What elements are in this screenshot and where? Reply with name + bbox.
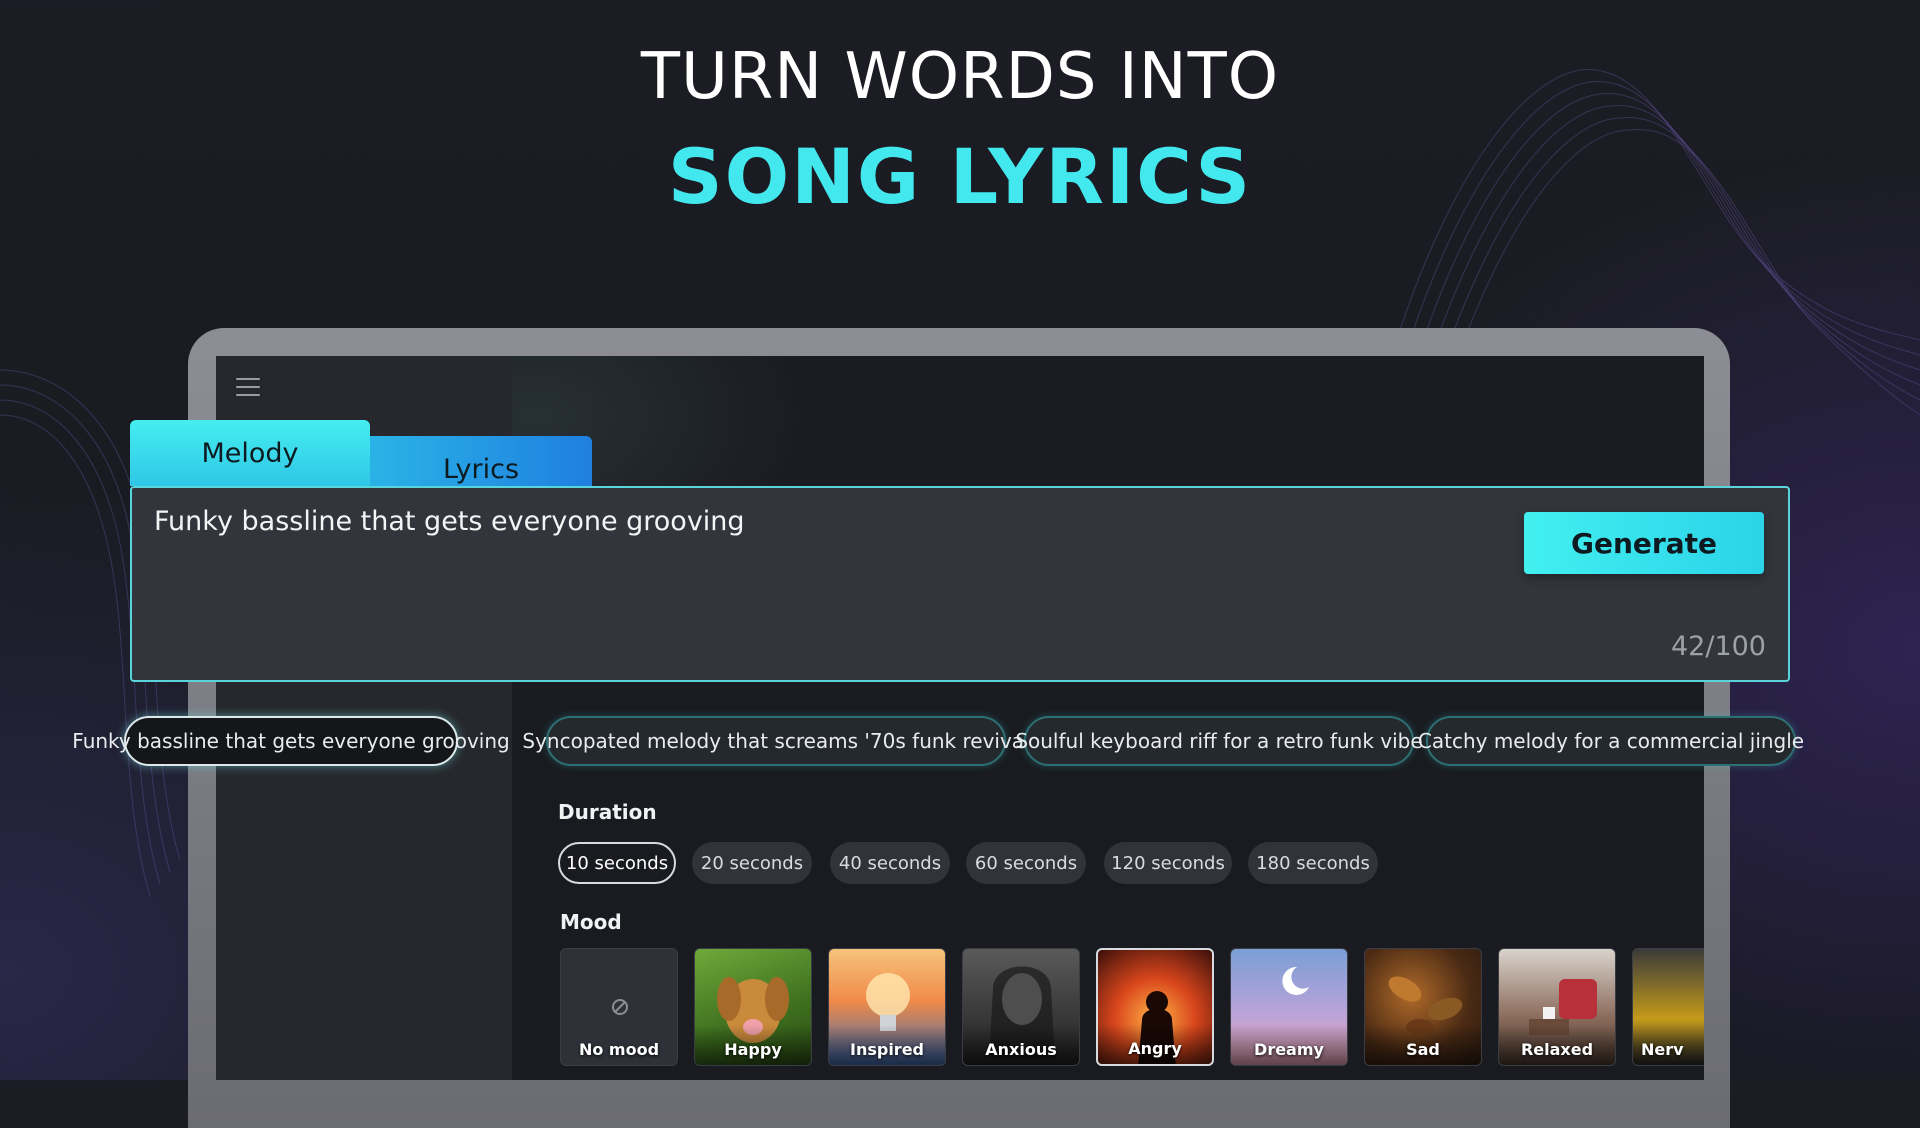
duration-option[interactable]: 20 seconds (692, 842, 812, 884)
mood-label-text: Relaxed (1520, 1040, 1594, 1059)
duration-option[interactable]: 180 seconds (1248, 842, 1378, 884)
generate-button[interactable]: Generate (1524, 512, 1764, 574)
duration-option[interactable]: 120 seconds (1104, 842, 1232, 884)
suggestion-chip[interactable]: Soulful keyboard riff for a retro funk v… (1015, 716, 1423, 766)
tab-melody-label: Melody (201, 437, 299, 469)
duration-option[interactable]: 40 seconds (830, 842, 950, 884)
mood-card-inspired[interactable]: Inspired (828, 948, 946, 1066)
mood-selector: No mood Happy Inspired Anxious Angry Dre… (560, 948, 1704, 1080)
prompt-textarea[interactable]: Funky bassline that gets everyone groovi… (130, 486, 1790, 682)
suggestion-chip[interactable]: Syncopated melody that screams '70s funk… (522, 716, 1030, 766)
mood-label-text: Happy (724, 1040, 782, 1059)
mood-label: Mood (560, 910, 622, 934)
suggestion-chip[interactable]: Catchy melody for a commercial jingle (1418, 716, 1804, 766)
mood-label-text: Sad (1406, 1040, 1440, 1059)
headline-line-2: SONG LYRICS (667, 132, 1253, 221)
tab-melody[interactable]: Melody (130, 420, 370, 486)
prompt-text: Funky bassline that gets everyone groovi… (154, 506, 745, 537)
mood-label-text: Inspired (850, 1040, 924, 1059)
mood-label-text: Nerv (1641, 1040, 1684, 1059)
tab-lyrics-label: Lyrics (442, 453, 520, 485)
mood-card-dreamy[interactable]: Dreamy (1230, 948, 1348, 1066)
mood-card-no-mood[interactable]: No mood (560, 948, 678, 1066)
headline-line-1: TURN WORDS INTO (640, 40, 1280, 114)
duration-label: Duration (558, 800, 657, 824)
mood-card-nervous[interactable]: Nerv (1632, 948, 1704, 1066)
mood-label-text: No mood (578, 1040, 660, 1059)
suggestion-chip[interactable]: Funky bassline that gets everyone groovi… (72, 716, 510, 766)
mood-card-happy[interactable]: Happy (694, 948, 812, 1066)
mood-card-relaxed[interactable]: Relaxed (1498, 948, 1616, 1066)
character-counter: 42/100 (1671, 631, 1766, 662)
mood-card-anxious[interactable]: Anxious (962, 948, 1080, 1066)
mood-label-text: Angry (1128, 1039, 1182, 1058)
menu-icon[interactable] (236, 378, 260, 396)
tab-lyrics[interactable]: Lyrics (370, 436, 592, 488)
mood-card-sad[interactable]: Sad (1364, 948, 1482, 1066)
mood-card-angry[interactable]: Angry (1096, 948, 1214, 1066)
duration-option[interactable]: 60 seconds (966, 842, 1086, 884)
mood-label-text: Anxious (985, 1040, 1057, 1059)
mood-label-text: Dreamy (1254, 1040, 1324, 1059)
duration-option[interactable]: 10 seconds (558, 842, 676, 884)
